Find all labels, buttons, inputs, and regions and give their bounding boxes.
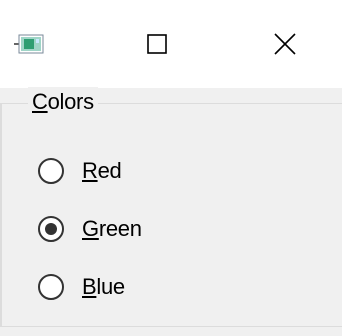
maximize-icon [147,34,167,54]
radio-red[interactable]: Red [38,153,122,189]
radio-blue-rest: lue [96,274,125,299]
radio-blue-label[interactable]: Blue [82,274,125,300]
close-button[interactable] [250,20,320,68]
radio-green-circle[interactable] [38,216,64,242]
groupbox-title-accel: C [32,89,48,114]
radio-green-rest: reen [98,216,142,241]
radio-red-label[interactable]: Red [82,158,122,184]
radio-red-circle[interactable] [38,158,64,184]
groupbox-title: Colors [28,87,98,117]
radio-green[interactable]: Green [38,211,142,247]
radio-green-accel: G [82,216,99,241]
radio-blue-accel: B [82,274,97,299]
radio-blue[interactable]: Blue [38,269,125,305]
app-window-icon [14,34,44,54]
maximize-button[interactable] [122,20,192,68]
app-window: Colors Red Green Blue [0,0,342,336]
title-bar[interactable] [0,0,342,88]
close-icon [274,33,296,55]
radio-red-accel: R [82,158,98,183]
radio-green-label[interactable]: Green [82,216,142,242]
groupbox-title-rest: olors [47,89,94,114]
radio-blue-circle[interactable] [38,274,64,300]
radio-selected-dot [45,223,57,235]
radio-red-rest: ed [97,158,122,183]
